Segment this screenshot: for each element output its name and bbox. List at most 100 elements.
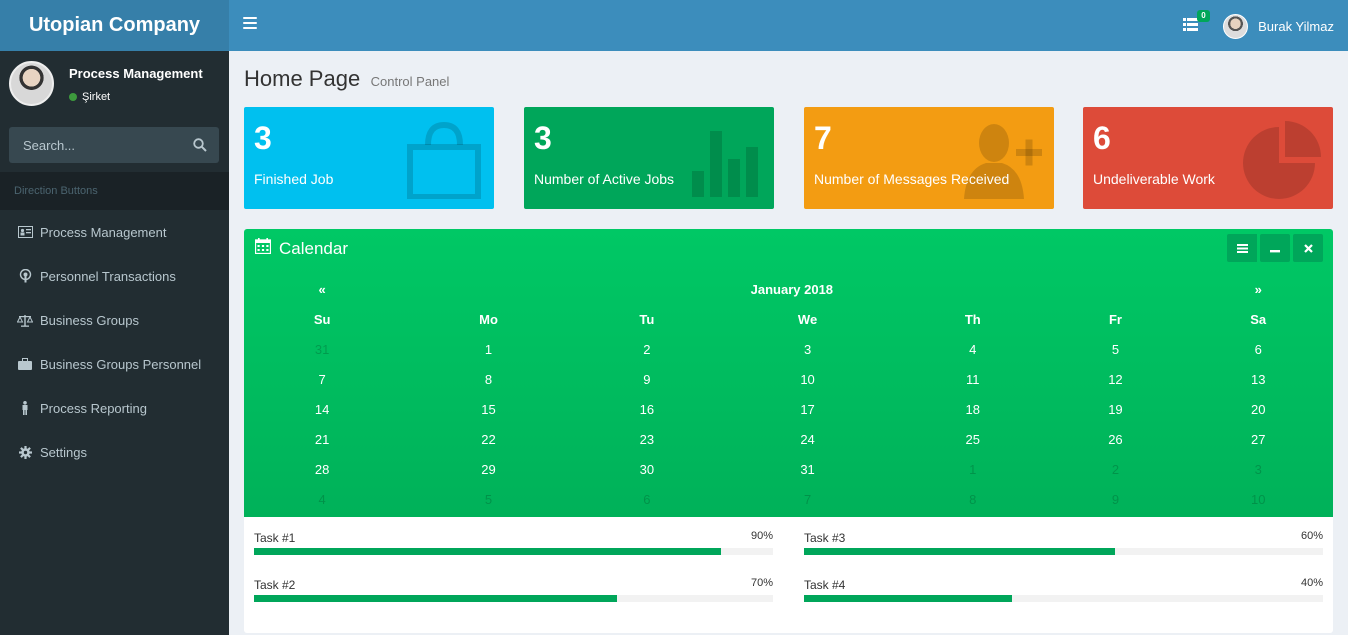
- calendar-day[interactable]: 23: [577, 424, 717, 454]
- progress-bar-fill: [254, 548, 722, 555]
- calendar-day[interactable]: 17: [717, 394, 898, 424]
- search-icon[interactable]: [193, 138, 207, 152]
- calendar-day[interactable]: 8: [400, 364, 577, 394]
- task-percent: 70%: [750, 577, 773, 589]
- task-name: Task #3: [804, 531, 846, 545]
- calendar-day[interactable]: 21: [244, 424, 400, 454]
- calendar-day[interactable]: 12: [1047, 364, 1183, 394]
- briefcase-icon: [17, 357, 33, 371]
- sidebar-item-business-groups-personnel[interactable]: Business Groups Personnel: [0, 342, 229, 386]
- calendar-day[interactable]: 11: [898, 364, 1047, 394]
- sidebar-item-process-reporting[interactable]: Process Reporting: [0, 386, 229, 430]
- weekday-label: Fr: [1108, 311, 1122, 327]
- stat-label: Undeliverable Work: [1093, 171, 1215, 187]
- user-menu[interactable]: Burak Yilmaz: [1223, 14, 1334, 39]
- calendar-tools: [1224, 234, 1323, 262]
- stat-label: Finished Job: [254, 171, 334, 187]
- online-status-icon: [69, 93, 77, 101]
- stat-box-finished-job[interactable]: 3 Finished Job: [244, 107, 494, 209]
- sidebar-item-business-groups[interactable]: Business Groups: [0, 298, 229, 342]
- calendar-day[interactable]: 3: [717, 334, 898, 364]
- minus-icon: [1270, 241, 1280, 256]
- sidebar-item-settings[interactable]: Settings: [0, 430, 229, 474]
- calendar-day[interactable]: 24: [717, 424, 898, 454]
- calendar-day[interactable]: 9: [577, 364, 717, 394]
- sidebar-item-process-management[interactable]: Process Management: [0, 210, 229, 254]
- remove-button[interactable]: [1293, 234, 1323, 262]
- calendar-day[interactable]: 27: [1183, 424, 1333, 454]
- calendar-menu-button[interactable]: [1227, 234, 1257, 262]
- stat-box-messages-received[interactable]: 7 Number of Messages Received: [804, 107, 1054, 209]
- calendar-day[interactable]: 28: [244, 454, 400, 484]
- calendar-day[interactable]: 4: [244, 484, 400, 514]
- calendar-day[interactable]: 1: [898, 454, 1047, 484]
- calendar-week-row: 14 15 16 17 18 19 20: [244, 394, 1333, 424]
- calendar-day[interactable]: 19: [1047, 394, 1183, 424]
- calendar-day[interactable]: 13: [1183, 364, 1333, 394]
- calendar-day[interactable]: 3: [1183, 454, 1333, 484]
- stat-box-active-jobs[interactable]: 3 Number of Active Jobs: [524, 107, 774, 209]
- hamburger-menu-icon[interactable]: [243, 17, 257, 31]
- task-name: Task #4: [804, 578, 846, 592]
- calendar-day[interactable]: 6: [577, 484, 717, 514]
- calendar-grid: « January 2018 » Su Mo Tu We Th Fr Sa 31…: [244, 274, 1333, 514]
- progress-bar-fill: [804, 548, 1116, 555]
- task-percent: 40%: [1300, 577, 1323, 589]
- weekday-row: Su Mo Tu We Th Fr Sa: [244, 304, 1333, 334]
- weekday-label: We: [797, 311, 818, 327]
- calendar-day[interactable]: 10: [1183, 484, 1333, 514]
- calendar-day[interactable]: 16: [577, 394, 717, 424]
- task-name: Task #1: [254, 531, 296, 545]
- calendar-day[interactable]: 26: [1047, 424, 1183, 454]
- calendar-day[interactable]: 5: [1047, 334, 1183, 364]
- calendar-day[interactable]: 4: [898, 334, 1047, 364]
- progress-track: [804, 548, 1323, 555]
- calendar-day[interactable]: 29: [400, 454, 577, 484]
- calendar-day[interactable]: 10: [717, 364, 898, 394]
- calendar-box: Calendar « January 2018 » Su Mo Tu We Th…: [244, 229, 1333, 633]
- podcast-icon: [17, 269, 33, 283]
- calendar-day[interactable]: 14: [244, 394, 400, 424]
- calendar-day[interactable]: 30: [577, 454, 717, 484]
- calendar-day[interactable]: 31: [244, 334, 400, 364]
- stat-value: 3: [534, 120, 552, 156]
- task-progress-item: Task #4 40%: [804, 564, 1323, 602]
- calendar-day[interactable]: 2: [1047, 454, 1183, 484]
- calendar-day[interactable]: 22: [400, 424, 577, 454]
- calendar-day[interactable]: 25: [898, 424, 1047, 454]
- search-input[interactable]: [9, 127, 179, 163]
- calendar-day[interactable]: 7: [244, 364, 400, 394]
- prev-month-button[interactable]: «: [244, 274, 400, 304]
- calendar-day[interactable]: 9: [1047, 484, 1183, 514]
- sidebar-item-personnel-transactions[interactable]: Personnel Transactions: [0, 254, 229, 298]
- weekday-label: Tu: [639, 311, 655, 327]
- weekday-label: Sa: [1250, 311, 1267, 327]
- calendar-day[interactable]: 18: [898, 394, 1047, 424]
- task-progress-item: Task #1 90%: [254, 517, 773, 555]
- calendar-header: Calendar: [254, 238, 348, 259]
- stat-box-undeliverable-work[interactable]: 6 Undeliverable Work: [1083, 107, 1333, 209]
- stat-label: Number of Active Jobs: [534, 171, 675, 187]
- content-header: Home Page Control Panel: [244, 66, 449, 92]
- calendar-day[interactable]: 5: [400, 484, 577, 514]
- calendar-day[interactable]: 31: [717, 454, 898, 484]
- tasks-list-icon[interactable]: [1183, 18, 1198, 31]
- stat-value: 7: [814, 120, 832, 156]
- calendar-day[interactable]: 1: [400, 334, 577, 364]
- calendar-day[interactable]: 2: [577, 334, 717, 364]
- calendar-day[interactable]: 8: [898, 484, 1047, 514]
- user-name: Burak Yilmaz: [1258, 19, 1334, 34]
- calendar-day[interactable]: 6: [1183, 334, 1333, 364]
- user-plus-icon: [964, 119, 1044, 204]
- calendar-day[interactable]: 7: [717, 484, 898, 514]
- progress-track: [804, 595, 1323, 602]
- collapse-button[interactable]: [1260, 234, 1290, 262]
- stat-value: 6: [1093, 120, 1111, 156]
- calendar-day[interactable]: 15: [400, 394, 577, 424]
- calendar-day[interactable]: 20: [1183, 394, 1333, 424]
- brand-logo[interactable]: Utopian Company: [0, 0, 229, 51]
- avatar: [9, 61, 54, 106]
- weekday-label: Su: [313, 311, 331, 327]
- calendar-month-label[interactable]: January 2018: [400, 274, 1183, 304]
- next-month-button[interactable]: »: [1183, 274, 1333, 304]
